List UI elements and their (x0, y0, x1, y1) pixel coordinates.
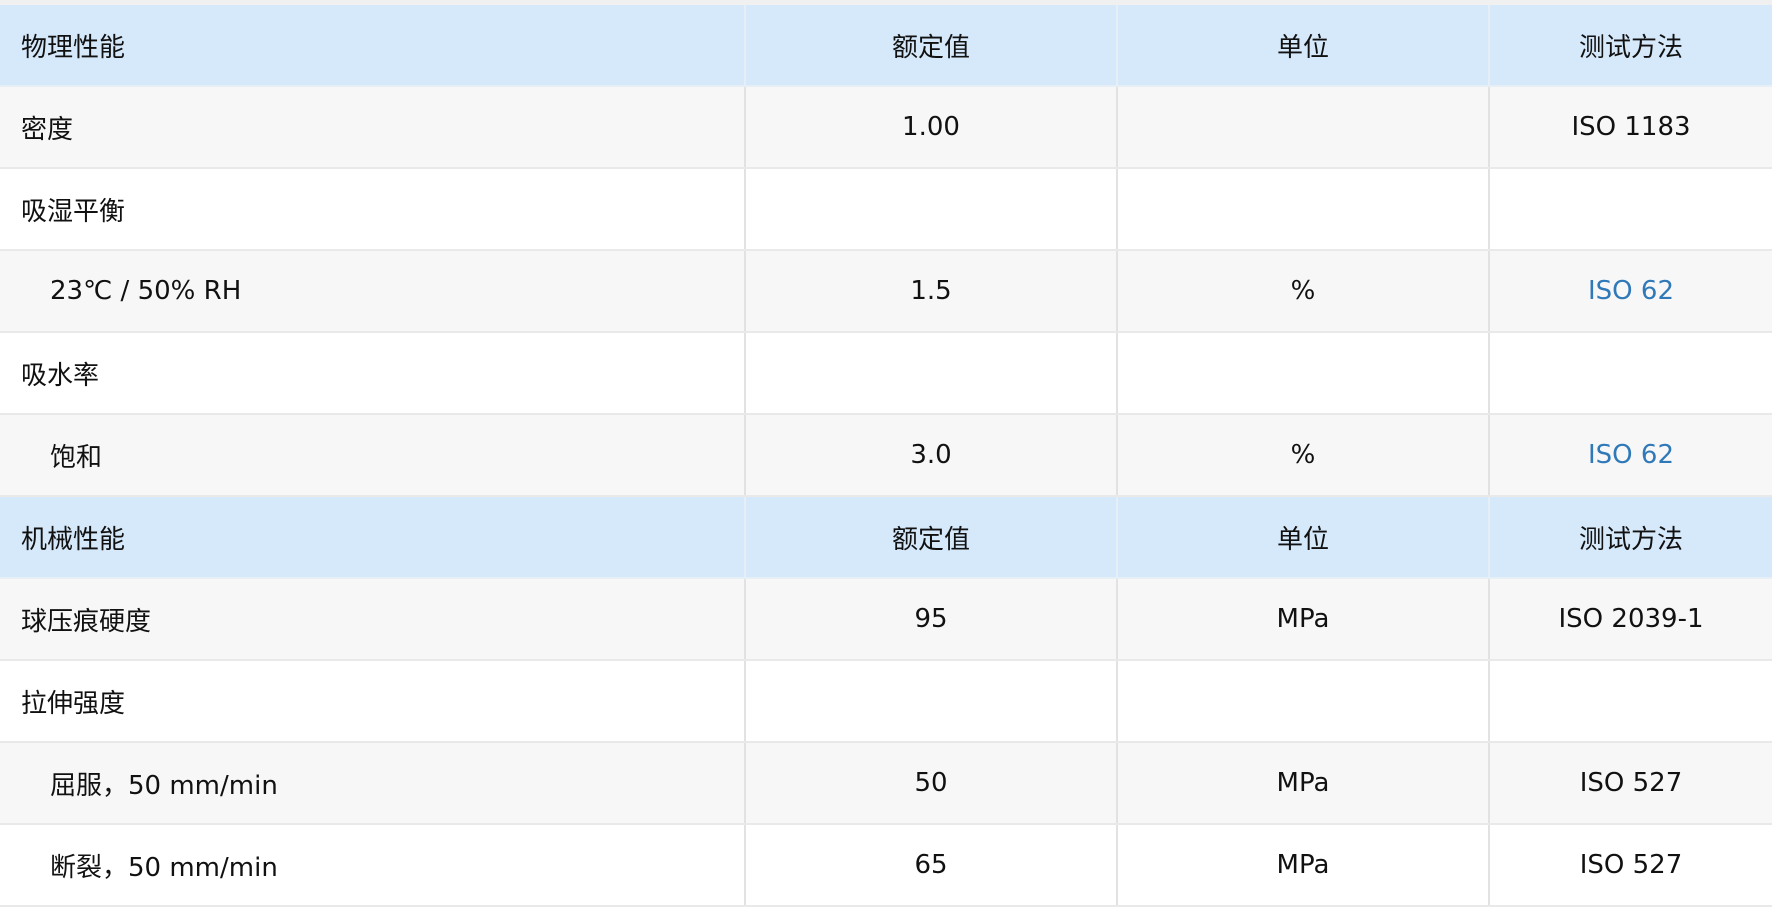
property-value: 95 (744, 578, 1117, 661)
property-value: 65 (744, 824, 1117, 907)
property-value: 3.0 (744, 414, 1117, 497)
property-value (744, 332, 1117, 415)
section-header-physical: 物理性能 额定值 单位 测试方法 (0, 5, 1772, 87)
property-name: 23℃ / 50% RH (0, 250, 745, 333)
test-method: ISO 1183 (1488, 86, 1772, 169)
property-name: 球压痕硬度 (0, 578, 745, 661)
test-method-link[interactable]: ISO 62 (1588, 276, 1674, 306)
test-method (1488, 168, 1772, 251)
test-method (1488, 660, 1772, 743)
test-method (1488, 332, 1772, 415)
header-method: 测试方法 (1488, 496, 1772, 579)
table-row-ball-hardness: 球压痕硬度 95 MPa ISO 2039-1 (0, 578, 1772, 661)
property-unit (1116, 660, 1489, 743)
property-name: 密度 (0, 86, 745, 169)
table-row-density: 密度 1.00 ISO 1183 (0, 86, 1772, 169)
test-method-cell: ISO 62 (1488, 250, 1772, 333)
table-row-moisture-23c: 23℃ / 50% RH 1.5 % ISO 62 (0, 250, 1772, 333)
property-name: 吸湿平衡 (0, 168, 745, 251)
test-method: ISO 527 (1488, 742, 1772, 825)
property-unit: MPa (1116, 824, 1489, 907)
table-row-moisture-equilibrium: 吸湿平衡 (0, 168, 1772, 251)
header-property: 物理性能 (0, 5, 745, 87)
property-name: 拉伸强度 (0, 660, 745, 743)
property-value (744, 660, 1117, 743)
section-header-mechanical: 机械性能 额定值 单位 测试方法 (0, 496, 1772, 579)
property-unit (1116, 168, 1489, 251)
header-unit: 单位 (1116, 5, 1489, 87)
header-property: 机械性能 (0, 496, 745, 579)
property-value (744, 168, 1117, 251)
property-name: 屈服，50 mm/min (0, 742, 745, 825)
test-method-link[interactable]: ISO 62 (1588, 440, 1674, 470)
property-unit (1116, 332, 1489, 415)
property-value: 50 (744, 742, 1117, 825)
table-row-saturation: 饱和 3.0 % ISO 62 (0, 414, 1772, 497)
test-method: ISO 2039-1 (1488, 578, 1772, 661)
property-value: 1.5 (744, 250, 1117, 333)
property-unit: MPa (1116, 742, 1489, 825)
property-name: 吸水率 (0, 332, 745, 415)
header-method: 测试方法 (1488, 5, 1772, 87)
table-row-break: 断裂，50 mm/min 65 MPa ISO 527 (0, 824, 1772, 907)
table-row-yield: 屈服，50 mm/min 50 MPa ISO 527 (0, 742, 1772, 825)
property-name: 断裂，50 mm/min (0, 824, 745, 907)
header-unit: 单位 (1116, 496, 1489, 579)
table-row-water-absorption: 吸水率 (0, 332, 1772, 415)
property-unit: % (1116, 250, 1489, 333)
property-name: 饱和 (0, 414, 745, 497)
property-value: 1.00 (744, 86, 1117, 169)
property-unit: MPa (1116, 578, 1489, 661)
test-method: ISO 527 (1488, 824, 1772, 907)
material-properties-table: 物理性能 额定值 单位 测试方法 密度 1.00 ISO 1183 吸湿平衡 2… (0, 5, 1772, 907)
property-unit (1116, 86, 1489, 169)
header-value: 额定值 (744, 5, 1117, 87)
header-value: 额定值 (744, 496, 1117, 579)
table-row-tensile-strength: 拉伸强度 (0, 660, 1772, 743)
test-method-cell: ISO 62 (1488, 414, 1772, 497)
property-unit: % (1116, 414, 1489, 497)
